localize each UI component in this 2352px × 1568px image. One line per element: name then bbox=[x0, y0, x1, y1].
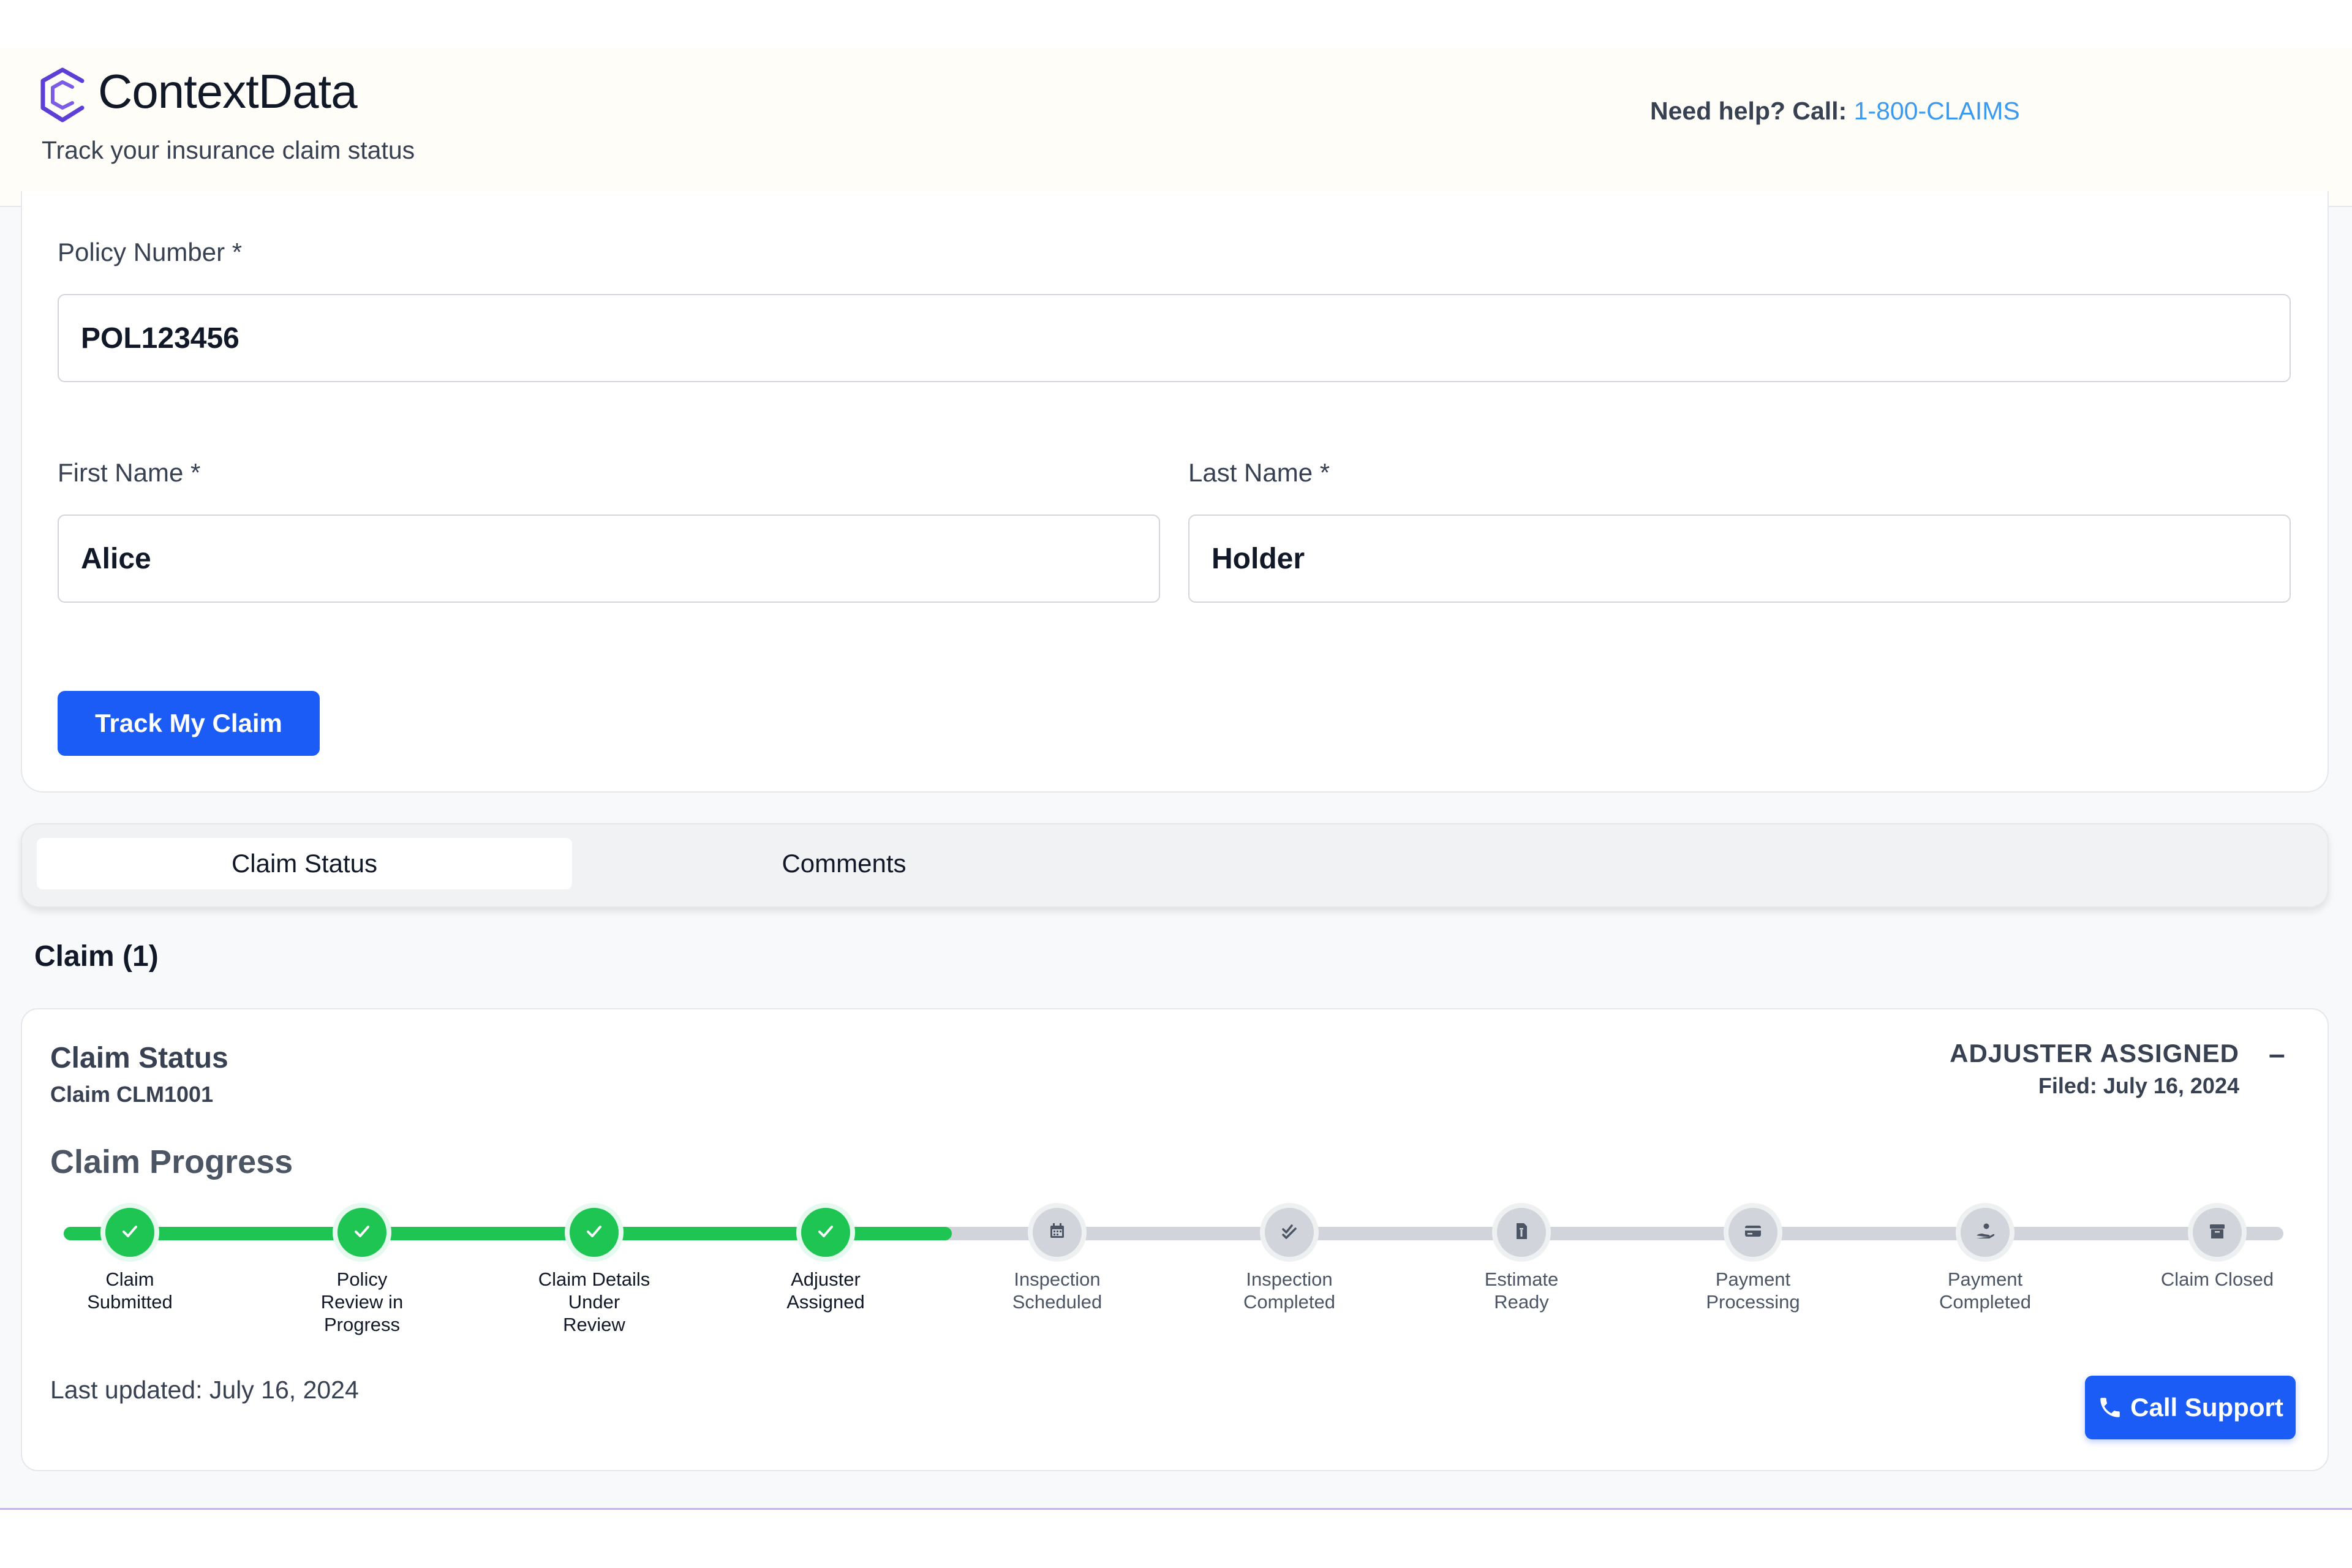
track-my-claim-button[interactable]: Track My Claim bbox=[58, 691, 320, 756]
step-claim-details-review bbox=[565, 1203, 624, 1262]
last-name-label: Last Name * bbox=[1188, 458, 1330, 487]
step-adjuster-assigned bbox=[796, 1203, 855, 1262]
check-icon bbox=[813, 1219, 838, 1246]
check-icon bbox=[350, 1219, 374, 1246]
tab-claim-status[interactable]: Claim Status bbox=[37, 838, 572, 889]
last-updated: Last updated: July 16, 2024 bbox=[50, 1376, 359, 1404]
hand-coin-icon bbox=[1973, 1219, 1997, 1246]
help-phone-link[interactable]: 1-800-CLAIMS bbox=[1854, 97, 2020, 125]
step-policy-review bbox=[333, 1203, 391, 1262]
filed-date: Filed: July 16, 2024 bbox=[2038, 1073, 2239, 1098]
step-label: Claim Closed bbox=[2160, 1268, 2274, 1290]
step-label: Inspection Completed bbox=[1243, 1268, 1335, 1313]
phone-icon bbox=[2100, 1398, 2120, 1417]
check-icon bbox=[582, 1219, 606, 1246]
help-text: Need help? Call: 1-800-CLAIMS bbox=[1650, 97, 2020, 126]
document-icon bbox=[1509, 1219, 1534, 1246]
step-estimate-ready bbox=[1492, 1203, 1551, 1262]
calendar-icon bbox=[1045, 1219, 1069, 1246]
collapse-toggle[interactable]: – bbox=[2269, 1038, 2285, 1071]
double-check-icon bbox=[1277, 1219, 1302, 1246]
step-label: Payment Completed bbox=[1939, 1268, 2031, 1313]
check-icon bbox=[118, 1219, 142, 1246]
step-label: Claim Submitted bbox=[87, 1268, 173, 1313]
first-name-input[interactable] bbox=[58, 514, 1160, 603]
credit-card-icon bbox=[1741, 1219, 1765, 1246]
step-payment-processing bbox=[1724, 1203, 1782, 1262]
archive-icon bbox=[2205, 1219, 2230, 1246]
claim-id: Claim CLM1001 bbox=[50, 1082, 214, 1107]
claims-heading: Claim (1) bbox=[34, 940, 159, 973]
step-label: Payment Processing bbox=[1706, 1268, 1800, 1313]
call-support-button[interactable]: Call Support bbox=[2085, 1376, 2296, 1439]
claim-card-title: Claim Status bbox=[50, 1042, 228, 1074]
tab-bar: Claim Status Comments bbox=[21, 823, 2329, 908]
step-payment-completed bbox=[1956, 1203, 2015, 1262]
claim-lookup-form bbox=[21, 191, 2329, 793]
brand-name: ContextData bbox=[98, 64, 358, 118]
header-tagline: Track your insurance claim status bbox=[42, 136, 415, 164]
step-label: Claim Details Under Review bbox=[538, 1268, 650, 1335]
contextdata-logo-icon bbox=[40, 67, 85, 123]
status-badge: ADJUSTER ASSIGNED bbox=[1950, 1039, 2239, 1068]
policy-number-input[interactable] bbox=[58, 294, 2291, 382]
help-label: Need help? Call: bbox=[1650, 97, 1854, 125]
tab-comments[interactable]: Comments bbox=[573, 838, 1115, 889]
step-label: Inspection Scheduled bbox=[1012, 1268, 1102, 1313]
policy-number-label: Policy Number * bbox=[58, 238, 243, 266]
step-label: Estimate Ready bbox=[1484, 1268, 1559, 1313]
footer-divider bbox=[0, 1508, 2352, 1510]
step-inspection-completed bbox=[1260, 1203, 1319, 1262]
first-name-label: First Name * bbox=[58, 458, 201, 487]
step-inspection-scheduled bbox=[1028, 1203, 1087, 1262]
step-claim-submitted bbox=[100, 1203, 159, 1262]
step-claim-closed bbox=[2188, 1203, 2247, 1262]
call-support-label: Call Support bbox=[2130, 1393, 2283, 1422]
last-name-input[interactable] bbox=[1188, 514, 2291, 603]
step-label: Policy Review in Progress bbox=[320, 1268, 404, 1335]
progress-title: Claim Progress bbox=[50, 1144, 293, 1180]
step-label: Adjuster Assigned bbox=[786, 1268, 865, 1313]
